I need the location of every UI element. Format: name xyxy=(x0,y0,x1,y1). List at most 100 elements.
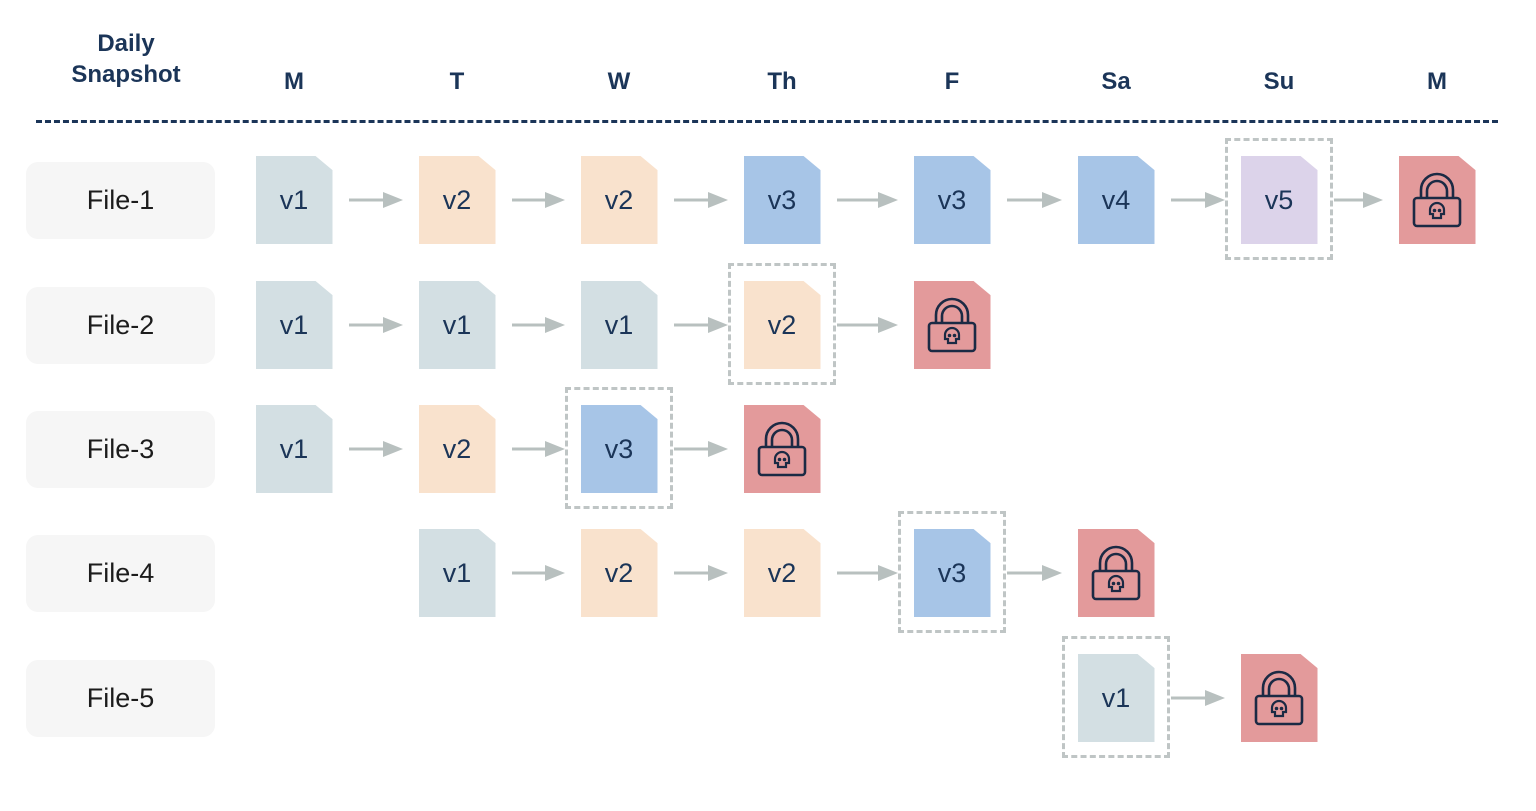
version-label: v1 xyxy=(279,433,309,464)
transition-arrow xyxy=(511,563,565,583)
arrow-right-icon xyxy=(511,317,565,333)
file-version: v1 xyxy=(255,405,333,493)
version-label: v4 xyxy=(1101,184,1131,215)
arrow-right-icon xyxy=(1006,565,1062,581)
transition-arrow xyxy=(1006,190,1062,210)
version-label: v1 xyxy=(279,184,309,215)
file-version: v3 xyxy=(913,156,991,244)
transition-arrow xyxy=(836,563,898,583)
file-label: File-4 xyxy=(26,535,215,612)
file-version: v1 xyxy=(255,281,333,369)
version-label: v2 xyxy=(767,309,797,340)
file-version: v2 xyxy=(418,156,496,244)
transition-arrow xyxy=(673,563,728,583)
day-header: W xyxy=(607,68,631,95)
arrow-right-icon xyxy=(348,317,403,333)
day-header: Su xyxy=(1263,68,1295,95)
transition-arrow xyxy=(673,315,728,335)
transition-arrow xyxy=(348,439,403,459)
version-label: v2 xyxy=(442,433,472,464)
file-label: File-3 xyxy=(26,411,215,488)
day-header: Sa xyxy=(1101,68,1131,95)
encrypted-file xyxy=(743,405,821,493)
file-version: v1 xyxy=(580,281,658,369)
arrow-right-icon xyxy=(836,192,898,208)
version-label: v2 xyxy=(767,557,797,588)
version-label: v2 xyxy=(442,184,472,215)
arrow-right-icon xyxy=(511,565,565,581)
file-version: v2 xyxy=(580,529,658,617)
file-version: v1 xyxy=(1077,654,1155,742)
day-header: M xyxy=(1427,68,1447,95)
day-header: M xyxy=(284,68,304,95)
file-version: v2 xyxy=(580,156,658,244)
version-label: v1 xyxy=(1101,682,1131,713)
encrypted-file xyxy=(1077,529,1155,617)
file-version: v3 xyxy=(913,529,991,617)
header-title-line2: Snapshot xyxy=(71,61,181,88)
version-label: v1 xyxy=(279,309,309,340)
file-version: v3 xyxy=(580,405,658,493)
transition-arrow xyxy=(511,190,565,210)
arrow-right-icon xyxy=(511,441,565,457)
arrow-right-icon xyxy=(673,317,728,333)
file-version: v2 xyxy=(743,281,821,369)
file-label: File-1 xyxy=(26,162,215,239)
file-version: v2 xyxy=(418,405,496,493)
file-version: v4 xyxy=(1077,156,1155,244)
lock-skull-icon xyxy=(1412,172,1462,228)
encrypted-file xyxy=(1398,156,1476,244)
arrow-right-icon xyxy=(511,192,565,208)
day-header: T xyxy=(449,68,465,95)
arrow-right-icon xyxy=(1170,192,1225,208)
transition-arrow xyxy=(511,439,565,459)
transition-arrow xyxy=(673,190,728,210)
arrow-right-icon xyxy=(673,565,728,581)
transition-arrow xyxy=(836,315,898,335)
arrow-right-icon xyxy=(836,317,898,333)
file-label: File-5 xyxy=(26,660,215,737)
transition-arrow xyxy=(673,439,728,459)
arrow-right-icon xyxy=(348,192,403,208)
version-label: v1 xyxy=(442,309,472,340)
day-header: F xyxy=(944,68,960,95)
lock-skull-icon xyxy=(757,421,807,477)
arrow-right-icon xyxy=(1006,192,1062,208)
file-version: v1 xyxy=(418,281,496,369)
header-title: Daily Snapshot xyxy=(71,28,180,90)
header-divider xyxy=(36,120,1498,123)
file-version: v5 xyxy=(1240,156,1318,244)
version-label: v1 xyxy=(604,309,634,340)
file-version: v1 xyxy=(255,156,333,244)
header-title-line1: Daily xyxy=(97,30,155,57)
transition-arrow xyxy=(1170,190,1225,210)
arrow-right-icon xyxy=(673,192,728,208)
encrypted-file xyxy=(913,281,991,369)
encrypted-file xyxy=(1240,654,1318,742)
lock-skull-icon xyxy=(1091,545,1141,601)
transition-arrow xyxy=(511,315,565,335)
version-label: v5 xyxy=(1264,184,1294,215)
file-label: File-2 xyxy=(26,287,215,364)
transition-arrow xyxy=(836,190,898,210)
transition-arrow xyxy=(1333,190,1383,210)
day-header: Th xyxy=(767,68,797,95)
lock-skull-icon xyxy=(1254,670,1304,726)
transition-arrow xyxy=(348,190,403,210)
file-version: v3 xyxy=(743,156,821,244)
version-label: v2 xyxy=(604,557,634,588)
version-label: v1 xyxy=(442,557,472,588)
arrow-right-icon xyxy=(673,441,728,457)
transition-arrow xyxy=(348,315,403,335)
version-label: v2 xyxy=(604,184,634,215)
arrow-right-icon xyxy=(1170,690,1225,706)
arrow-right-icon xyxy=(348,441,403,457)
file-version: v2 xyxy=(743,529,821,617)
arrow-right-icon xyxy=(1333,192,1383,208)
version-label: v3 xyxy=(767,184,797,215)
file-version: v1 xyxy=(418,529,496,617)
arrow-right-icon xyxy=(836,565,898,581)
version-label: v3 xyxy=(937,184,967,215)
lock-skull-icon xyxy=(927,297,977,353)
transition-arrow xyxy=(1006,563,1062,583)
